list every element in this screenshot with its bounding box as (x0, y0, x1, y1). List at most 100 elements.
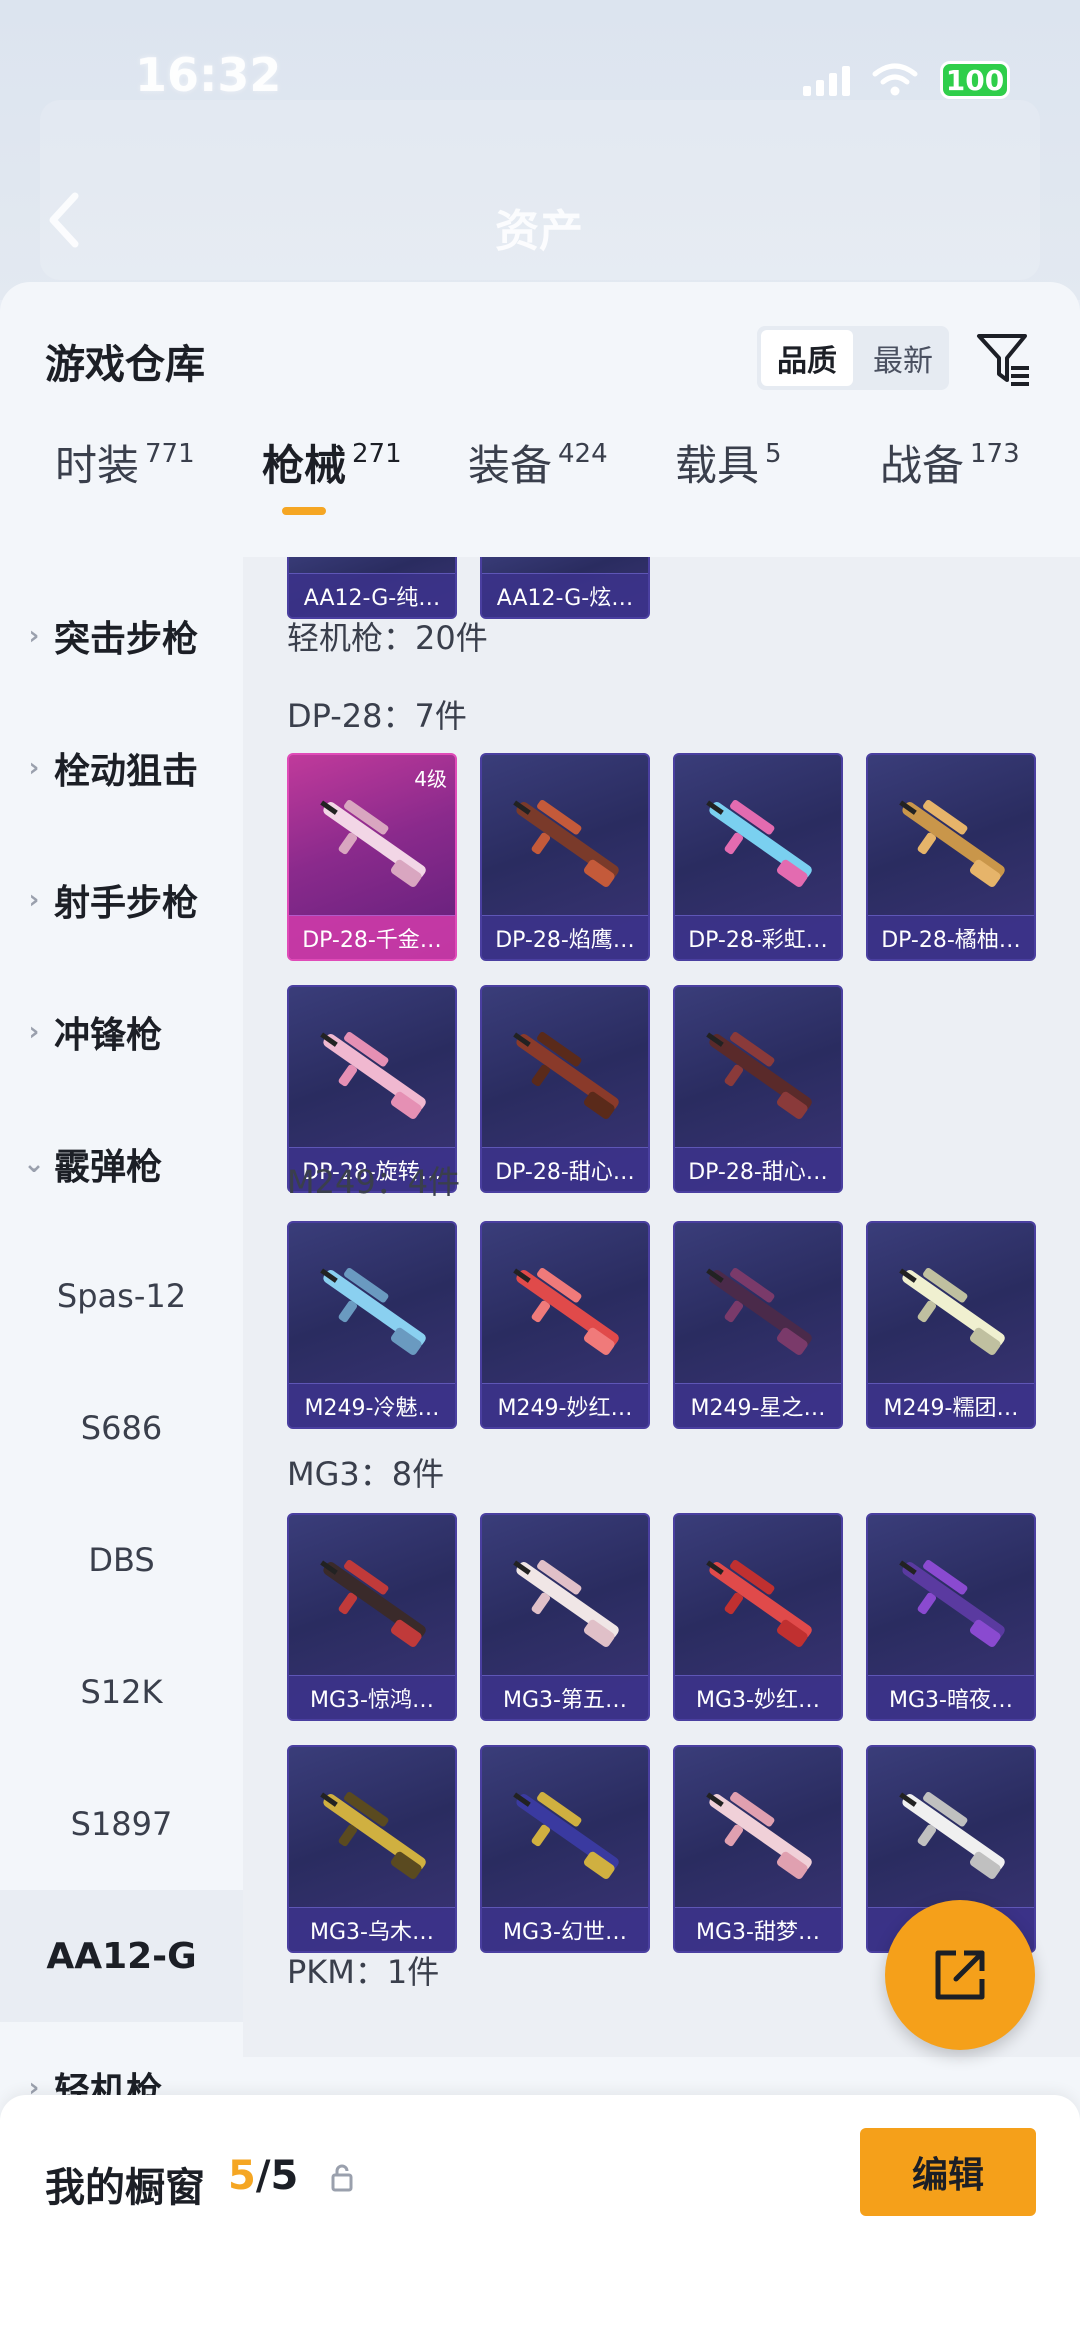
sidebar-sub-dbs[interactable]: DBS (0, 1494, 243, 1626)
sidebar-sub-s12k[interactable]: S12K (0, 1626, 243, 1758)
weapon-card-label: DP-28-甜心… (675, 1147, 841, 1191)
weapon-card[interactable]: DP-28-彩虹… (673, 753, 843, 961)
weapon-type-sidebar: › 突击步枪 › 栓动狙击 › 射手步枪 › 冲锋枪 ⌄ 霰弹枪 Spas-12 S686… (0, 557, 243, 2322)
lmg-section-header: 轻机枪：20件 (287, 619, 488, 657)
weapon-skin-image (320, 1559, 426, 1647)
weapon-card-label: M249-冷魅… (289, 1383, 455, 1427)
weapon-grid: AA12-G-纯… AA12-G-炫… 轻机枪：20件 DP-28：7件 4级 D… (243, 557, 1080, 2057)
wifi-icon (872, 63, 918, 96)
weapon-skin-image (899, 1267, 1005, 1355)
weapon-skin-image (706, 1267, 812, 1355)
section-title: DP-28：7件 (287, 697, 467, 735)
weapon-card[interactable]: AA12-G-纯… (287, 557, 457, 619)
battery-indicator: 100 (940, 61, 1010, 99)
weapon-skin-image (899, 1791, 1005, 1879)
chevron-right-icon: › (28, 753, 40, 783)
weapon-card[interactable]: MG3-乌木… (287, 1745, 457, 1953)
tab-vehicles[interactable]: 载具 5 (675, 432, 782, 542)
weapon-card[interactable]: MG3-惊鸿… (287, 1513, 457, 1721)
signal-icon (803, 64, 850, 96)
tab-firearms[interactable]: 枪械 271 (262, 432, 402, 542)
weapon-skin-image (899, 799, 1005, 887)
weapon-card[interactable]: AA12-G-炫… (480, 557, 650, 619)
filter-icon[interactable] (975, 330, 1033, 388)
weapon-skin-image (513, 1031, 619, 1119)
sort-quality-button[interactable]: 品质 (761, 330, 853, 386)
weapon-card[interactable]: MG3-暗夜… (866, 1513, 1036, 1721)
weapon-card[interactable]: M249-妙红… (480, 1221, 650, 1429)
weapon-card-label: MG3-妙红… (675, 1675, 841, 1719)
weapon-skin-image (706, 1791, 812, 1879)
weapon-skin-image (513, 799, 619, 887)
sidebar-item-dmr[interactable]: › 射手步枪 (0, 834, 243, 966)
weapon-card-label: MG3-乌木… (289, 1907, 455, 1951)
weapon-card-label: MG3-甜梦… (675, 1907, 841, 1951)
tab-fashion[interactable]: 时装 771 (55, 432, 195, 542)
weapon-card[interactable]: 4级 DP-28-千金… (287, 753, 457, 961)
sidebar-item-shotgun[interactable]: ⌄ 霰弹枪 (0, 1098, 243, 1230)
back-arrow-icon[interactable] (45, 190, 85, 250)
weapon-card-label: MG3-暗夜… (868, 1675, 1034, 1719)
status-indicators: 100 (803, 60, 1010, 100)
weapon-skin-image (706, 1031, 812, 1119)
sidebar-item-smg[interactable]: › 冲锋枪 (0, 966, 243, 1098)
weapon-card-label: DP-28-焰鹰… (482, 915, 648, 959)
level-badge: 4级 (414, 767, 447, 791)
sidebar-item-bolt-sniper[interactable]: › 栓动狙击 (0, 702, 243, 834)
weapon-card-label: DP-28-千金… (289, 915, 455, 959)
weapon-skin-image (320, 1267, 426, 1355)
weapon-card-label: M249-糯团… (868, 1383, 1034, 1427)
weapon-card[interactable]: DP-28-橘柚… (866, 753, 1036, 961)
weapon-card-label: DP-28-橘柚… (868, 915, 1034, 959)
weapon-skin-image (706, 1559, 812, 1647)
sort-toggle: 品质 最新 (757, 326, 949, 390)
weapon-skin-image (320, 1031, 426, 1119)
chevron-down-icon: ⌄ (23, 1149, 45, 1179)
weapon-card-label: M249-星之… (675, 1383, 841, 1427)
inventory-sheet: 游戏仓库 品质 最新 时装 771 枪械 271 装备 424 载具 5 战备 173 ›… (0, 282, 1080, 2341)
sort-newest-button[interactable]: 最新 (857, 326, 949, 390)
weapon-card[interactable]: MG3-第五… (480, 1513, 650, 1721)
sidebar-sub-spas12[interactable]: Spas-12 (0, 1230, 243, 1362)
sidebar-sub-s686[interactable]: S686 (0, 1362, 243, 1494)
section-title: MG3：8件 (287, 1455, 445, 1493)
weapon-card[interactable]: MG3-幻世… (480, 1745, 650, 1953)
weapon-card-label: MG3-第五… (482, 1675, 648, 1719)
weapon-card-label: DP-28-甜心… (482, 1147, 648, 1191)
chevron-right-icon: › (28, 885, 40, 915)
tab-underline (282, 507, 326, 515)
section-title: PKM：1件 (287, 1953, 440, 1991)
weapon-skin-image (513, 1559, 619, 1647)
weapon-card[interactable]: MG3-妙红… (673, 1513, 843, 1721)
status-time: 16:32 (135, 48, 282, 102)
tab-equipment[interactable]: 装备 424 (468, 432, 608, 542)
showcase-label: 我的橱窗 (45, 2165, 205, 2211)
weapon-card[interactable]: M249-星之… (673, 1221, 843, 1429)
chevron-right-icon: › (28, 1017, 40, 1047)
showcase-bar: 我的橱窗 5/5 编辑 (0, 2095, 1080, 2341)
weapon-skin-image (706, 799, 812, 887)
share-icon (935, 1950, 985, 2000)
share-button[interactable] (885, 1900, 1035, 2050)
sidebar-sub-aa12g[interactable]: AA12-G (0, 1890, 243, 2022)
weapon-skin-image (513, 1267, 619, 1355)
weapon-card[interactable]: DP-28-焰鹰… (480, 753, 650, 961)
weapon-card-label: MG3-惊鸿… (289, 1675, 455, 1719)
edit-button[interactable]: 编辑 (860, 2128, 1036, 2216)
weapon-card[interactable]: M249-冷魅… (287, 1221, 457, 1429)
category-tabs: 时装 771 枪械 271 装备 424 载具 5 战备 173 (0, 432, 1080, 542)
weapon-card-label: M249-妙红… (482, 1383, 648, 1427)
weapon-card[interactable]: DP-28-甜心… (480, 985, 650, 1193)
weapon-card[interactable]: M249-糯团… (866, 1221, 1036, 1429)
tab-supplies[interactable]: 战备 173 (880, 432, 1020, 542)
weapon-card[interactable]: DP-28-甜心… (673, 985, 843, 1193)
weapon-skin-image (320, 799, 426, 887)
weapon-skin-image (320, 1791, 426, 1879)
sidebar-sub-s1897[interactable]: S1897 (0, 1758, 243, 1890)
lock-icon (331, 2164, 353, 2192)
weapon-card[interactable]: MG3-甜梦… (673, 1745, 843, 1953)
weapon-card-label: DP-28-彩虹… (675, 915, 841, 959)
page-title: 资产 (495, 206, 583, 257)
weapon-skin-image (513, 1791, 619, 1879)
sidebar-item-assault-rifle[interactable]: › 突击步枪 (0, 570, 243, 702)
